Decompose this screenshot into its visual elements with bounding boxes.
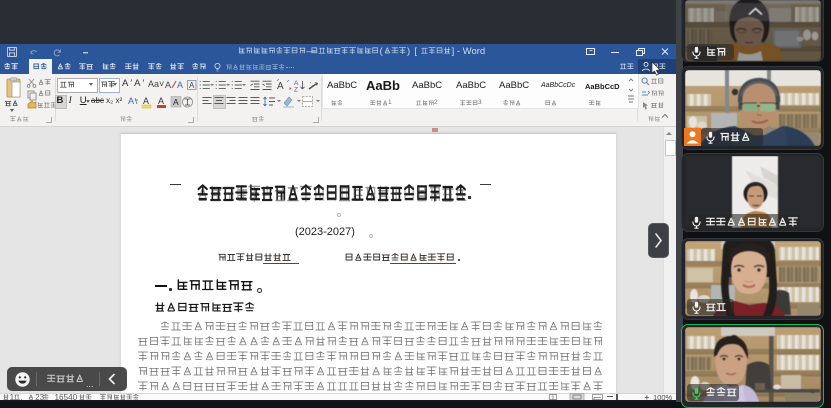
svg-text:A: A <box>177 80 183 90</box>
svg-text:A: A <box>173 97 179 107</box>
svg-text:A: A <box>158 96 164 106</box>
svg-text:A: A <box>128 96 134 106</box>
svg-text:A: A <box>277 81 284 91</box>
svg-text:A: A <box>165 80 171 90</box>
svg-text:Z: Z <box>294 87 298 93</box>
svg-text:A: A <box>143 96 149 106</box>
svg-text:A: A <box>189 81 195 90</box>
